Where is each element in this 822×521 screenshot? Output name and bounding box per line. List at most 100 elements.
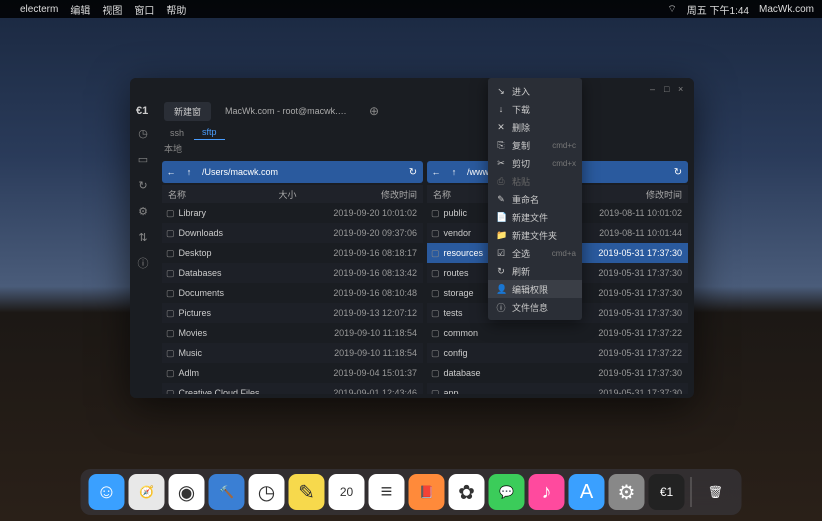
- file-row[interactable]: ▢Library2019-09-20 10:01:02: [162, 203, 423, 223]
- add-tab-button[interactable]: ⊕: [363, 104, 385, 118]
- folder-icon: ▢: [166, 288, 175, 299]
- ctxmenu-label: 剪切: [512, 157, 530, 170]
- back-button[interactable]: ←: [162, 167, 180, 177]
- ctxmenu-label: 新建文件夹: [512, 229, 557, 242]
- info-icon[interactable]: ⓘ: [136, 256, 150, 270]
- menu-window[interactable]: 窗口: [134, 2, 154, 17]
- ctxmenu-item[interactable]: ⓘ 文件信息: [488, 298, 582, 316]
- folder-icon: ▢: [431, 308, 440, 319]
- connection-tab[interactable]: MacWk.com - root@macwk.co...: [217, 103, 357, 119]
- new-tab-button[interactable]: 新建窗: [164, 102, 211, 121]
- ctxmenu-icon: ⎙: [496, 176, 506, 187]
- ctxmenu-icon: ☑: [496, 248, 506, 259]
- dock-finder[interactable]: ☺: [89, 474, 125, 510]
- file-row[interactable]: ▢app2019-05-31 17:37:30: [427, 383, 688, 394]
- dock-calendar[interactable]: 20: [329, 474, 365, 510]
- file-row[interactable]: ▢Documents2019-09-16 08:10:48: [162, 283, 423, 303]
- dock-chrome[interactable]: ◉: [169, 474, 205, 510]
- dock-books[interactable]: 📕: [409, 474, 445, 510]
- file-row[interactable]: ▢Adlm2019-09-04 15:01:37: [162, 363, 423, 383]
- bookmark-icon[interactable]: ▭: [136, 152, 150, 166]
- dock-xcode[interactable]: 🔨: [209, 474, 245, 510]
- dock-reminders[interactable]: ≡: [369, 474, 405, 510]
- dock-appstore[interactable]: A: [569, 474, 605, 510]
- ctxmenu-item[interactable]: ☑全选cmd+a: [488, 244, 582, 262]
- dock-settings[interactable]: ⚙: [609, 474, 645, 510]
- refresh-button[interactable]: ↻: [668, 167, 688, 178]
- shortcut: cmd+c: [552, 141, 576, 150]
- col-name[interactable]: 名称: [162, 185, 272, 203]
- history-icon[interactable]: ↻: [136, 178, 150, 192]
- ctxmenu-icon: ↓: [496, 104, 506, 114]
- dock-notes[interactable]: ✎: [289, 474, 325, 510]
- ctxmenu-item[interactable]: ✕删除: [488, 118, 582, 136]
- ctxmenu-icon: ⓘ: [496, 301, 506, 314]
- clock: 周五 下午1:44: [687, 2, 749, 17]
- dock-photos[interactable]: ✿: [449, 474, 485, 510]
- file-time: 2019-05-31 17:37:22: [588, 328, 688, 338]
- file-row[interactable]: ▢Creative Cloud Files2019-09-01 12:43:46: [162, 383, 423, 394]
- file-row[interactable]: ▢Music2019-09-10 11:18:54: [162, 343, 423, 363]
- file-name: resources: [444, 248, 484, 258]
- file-time: 2019-08-11 10:01:02: [588, 208, 688, 218]
- tab-sftp[interactable]: sftp: [194, 125, 225, 140]
- dock-trash[interactable]: 🗑: [698, 474, 734, 510]
- minimize-button[interactable]: –: [650, 84, 660, 94]
- dock-safari[interactable]: 🧭: [129, 474, 165, 510]
- file-row[interactable]: ▢database2019-05-31 17:37:30: [427, 363, 688, 383]
- wifi-icon[interactable]: ⌔: [667, 3, 676, 16]
- ctxmenu-label: 下载: [512, 103, 530, 116]
- ctxmenu-label: 文件信息: [512, 301, 548, 314]
- file-time: 2019-09-01 12:43:46: [323, 388, 423, 394]
- local-path[interactable]: /Users/macwk.com: [198, 167, 403, 177]
- refresh-button[interactable]: ↻: [403, 167, 423, 178]
- col-time[interactable]: 修改时间: [592, 185, 688, 203]
- ctxmenu-item[interactable]: ↓ 下载: [488, 100, 582, 118]
- menu-help[interactable]: 帮助: [166, 2, 186, 17]
- file-row[interactable]: ▢Databases2019-09-16 08:13:42: [162, 263, 423, 283]
- up-button[interactable]: ↑: [180, 167, 198, 177]
- ctxmenu-item[interactable]: ⎘复制cmd+c: [488, 136, 582, 154]
- col-size[interactable]: 大小: [272, 185, 326, 203]
- menu-view[interactable]: 视图: [102, 2, 122, 17]
- app-name[interactable]: electerm: [20, 4, 58, 15]
- back-button[interactable]: ←: [427, 167, 445, 177]
- file-row[interactable]: ▢Downloads2019-09-20 09:37:06: [162, 223, 423, 243]
- ctxmenu-icon: 📁: [496, 230, 506, 241]
- ctxmenu-item[interactable]: ✎重命名: [488, 190, 582, 208]
- file-row[interactable]: ▢Pictures2019-09-13 12:07:12: [162, 303, 423, 323]
- close-button[interactable]: ×: [678, 84, 688, 94]
- settings-icon[interactable]: ⚙: [136, 204, 150, 218]
- dock-messages[interactable]: 💬: [489, 474, 525, 510]
- menu-edit[interactable]: 编辑: [70, 2, 90, 17]
- file-name: app: [444, 388, 459, 394]
- clock-icon[interactable]: ◷: [136, 126, 150, 140]
- file-row[interactable]: ▢common2019-05-31 17:37:22: [427, 323, 688, 343]
- dock-electerm[interactable]: €1: [649, 474, 685, 510]
- ctxmenu-item[interactable]: 👤编辑权限: [488, 280, 582, 298]
- host-label: 本地: [156, 140, 694, 157]
- ctxmenu-item[interactable]: 📁 新建文件夹: [488, 226, 582, 244]
- file-row[interactable]: ▢Desktop2019-09-16 08:18:17: [162, 243, 423, 263]
- file-name: common: [444, 328, 479, 338]
- dock-activity[interactable]: ◷: [249, 474, 285, 510]
- file-row[interactable]: ▢config2019-05-31 17:37:22: [427, 343, 688, 363]
- folder-icon: ▢: [431, 348, 440, 359]
- tab-ssh[interactable]: ssh: [162, 126, 192, 140]
- file-time: 2019-05-31 17:37:30: [588, 288, 688, 298]
- dock-itunes[interactable]: ♪: [529, 474, 565, 510]
- file-row[interactable]: ▢Movies2019-09-10 11:18:54: [162, 323, 423, 343]
- ctxmenu-item[interactable]: ↻刷新: [488, 262, 582, 280]
- shortcut: cmd+a: [552, 249, 576, 258]
- up-button[interactable]: ↑: [445, 167, 463, 177]
- file-name: Desktop: [179, 248, 212, 258]
- col-time[interactable]: 修改时间: [327, 185, 423, 203]
- protocol-tabs: ssh sftp: [156, 122, 694, 140]
- file-name: tests: [444, 308, 463, 318]
- ctxmenu-item[interactable]: 📄新建文件: [488, 208, 582, 226]
- file-name: Movies: [179, 328, 208, 338]
- ctxmenu-item[interactable]: ✂剪切cmd+x: [488, 154, 582, 172]
- maximize-button[interactable]: □: [664, 84, 674, 94]
- transfer-icon[interactable]: ⇅: [136, 230, 150, 244]
- ctxmenu-item[interactable]: ↘进入: [488, 82, 582, 100]
